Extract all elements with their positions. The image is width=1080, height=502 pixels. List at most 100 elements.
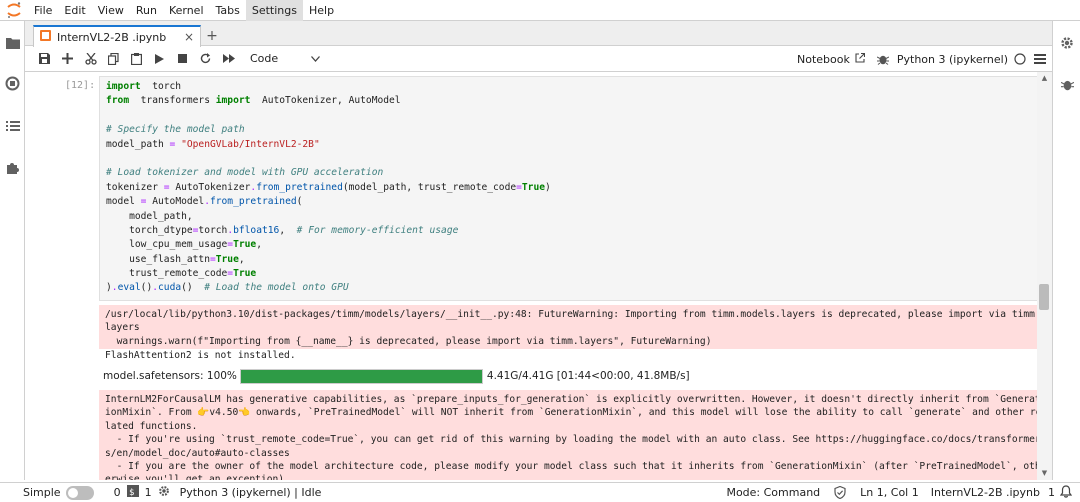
- menu-edit[interactable]: Edit: [58, 0, 91, 21]
- code-line: model_path = "OpenGVLab/InternVL2-2B": [106, 138, 1044, 152]
- table-of-contents-icon[interactable]: [4, 117, 21, 134]
- cell-prompt: [12]:: [65, 80, 96, 91]
- save-icon[interactable]: [33, 46, 56, 72]
- notification-count: 1: [1048, 486, 1055, 499]
- menu-help[interactable]: Help: [303, 0, 340, 21]
- code-token: # Specify the model path: [106, 124, 245, 136]
- code-token: from_pretrained: [256, 181, 343, 193]
- code-cell-editor[interactable]: import torch from transformers import Aut…: [99, 76, 1051, 301]
- kernels-count[interactable]: 1: [145, 485, 170, 500]
- notebook-tab[interactable]: InternVL2-2B .ipynb ×: [33, 25, 201, 47]
- property-inspector-gear-icon[interactable]: [1059, 35, 1075, 51]
- terminals-count[interactable]: 0 $: [114, 485, 139, 500]
- code-token: use_flash_attn: [106, 253, 210, 265]
- code-line: model = AutoModel.from_pretrained(: [106, 195, 1044, 209]
- stderr-output-warning: /usr/local/lib/python3.10/dist-packages/…: [99, 305, 1051, 349]
- restart-run-all-icon[interactable]: [217, 46, 240, 72]
- code-token: tokenizer: [106, 181, 164, 193]
- kernel-name-button[interactable]: Python 3 (ipykernel): [897, 53, 1008, 66]
- code-token: True: [521, 181, 546, 193]
- restart-kernel-icon[interactable]: [194, 46, 217, 72]
- code-token: transformers: [129, 95, 216, 107]
- notebook-scrollbar[interactable]: ▲ ▼: [1037, 72, 1052, 480]
- cursor-position[interactable]: Ln 1, Col 1: [860, 486, 919, 499]
- debugger-icon[interactable]: [876, 53, 889, 65]
- progress-bar-fill: [240, 369, 482, 383]
- code-token: ,: [238, 253, 245, 265]
- progress-label: model.safetensors: 100%: [103, 370, 237, 382]
- cell-type-select[interactable]: Code: [246, 49, 324, 69]
- new-tab-button[interactable]: +: [201, 25, 223, 47]
- external-link-icon: [855, 52, 865, 66]
- code-token: AutoTokenizer, AutoModel: [250, 95, 401, 107]
- code-token: low_cpu_mem_usage: [106, 239, 228, 251]
- menu-settings[interactable]: Settings: [245, 0, 303, 21]
- menu-tabs[interactable]: Tabs: [210, 0, 246, 21]
- cell-type-value: Code: [250, 52, 279, 65]
- right-sidebar: [1052, 21, 1080, 480]
- notebook-link-label: Notebook: [797, 52, 850, 66]
- running-kernels-icon[interactable]: [4, 75, 21, 92]
- code-line: low_cpu_mem_usage=True,: [106, 238, 1044, 252]
- code-line: # Load tokenizer and model with GPU acce…: [106, 166, 1044, 180]
- debugger-panel-icon[interactable]: [1059, 76, 1075, 92]
- code-token: (): [140, 282, 153, 294]
- left-sidebar: [0, 21, 25, 480]
- kernel-menu-icon[interactable]: [1034, 54, 1046, 64]
- kernels-count-value: 1: [144, 486, 152, 499]
- kernel-gear-icon: [158, 485, 170, 500]
- code-token: (): [181, 282, 205, 294]
- code-token: ,: [279, 224, 297, 236]
- simple-mode-toggle[interactable]: [65, 485, 94, 500]
- stderr-output-generation-warning: InternLM2ForCausalLM has generative capa…: [99, 390, 1051, 480]
- code-line: model_path,: [106, 210, 1044, 224]
- code-token: ,: [256, 239, 262, 251]
- code-token: True: [233, 268, 257, 280]
- copy-icon[interactable]: [102, 46, 125, 72]
- code-line: trust_remote_code=True: [106, 267, 1044, 281]
- bell-icon: [1059, 484, 1073, 501]
- code-token: bfloat16: [233, 224, 280, 236]
- code-line: # Specify the model path: [106, 123, 1044, 137]
- code-token: model_path,: [106, 210, 193, 222]
- extensions-puzzle-icon[interactable]: [4, 159, 21, 176]
- code-token: ): [545, 181, 551, 193]
- scroll-up-icon[interactable]: ▲: [1040, 74, 1049, 83]
- folder-icon[interactable]: [4, 34, 21, 51]
- status-bar: Simple 0 $ 1 Python 3 (ipykernel) | Idle…: [0, 482, 1080, 502]
- scroll-down-icon[interactable]: ▼: [1040, 469, 1049, 478]
- jupyter-logo-icon[interactable]: [0, 0, 28, 21]
- run-cell-icon[interactable]: [148, 46, 171, 72]
- code-token: torch: [140, 81, 182, 92]
- cut-icon[interactable]: [79, 46, 102, 72]
- code-token: AutoModel: [146, 196, 205, 208]
- notification-area[interactable]: 1: [1048, 484, 1073, 501]
- open-notebook-view-button[interactable]: Notebook: [797, 52, 865, 66]
- paste-icon[interactable]: [125, 46, 148, 72]
- scroll-thumb[interactable]: [1039, 284, 1049, 310]
- tab-close-icon[interactable]: ×: [184, 30, 194, 44]
- notebook-toolbar: Code Notebook Python 3 (ipykernel): [25, 46, 1052, 72]
- add-cell-icon[interactable]: [56, 46, 79, 72]
- code-line: tokenizer = AutoTokenizer.from_pretraine…: [106, 181, 1044, 195]
- code-token: (: [296, 196, 303, 208]
- toolbar-right: Notebook Python 3 (ipykernel): [789, 46, 1046, 72]
- code-line: from transformers import AutoTokenizer, …: [106, 94, 1044, 108]
- notebook-panel: [12]: import torch from transformers impo…: [25, 72, 1052, 480]
- code-token: True: [233, 239, 257, 251]
- code-token: True: [215, 253, 239, 265]
- menu-kernel[interactable]: Kernel: [163, 0, 210, 21]
- menu-file[interactable]: File: [28, 0, 58, 21]
- code-token: import: [106, 81, 141, 92]
- terminal-icon: $: [126, 485, 139, 500]
- kernel-status[interactable]: Python 3 (ipykernel) | Idle: [180, 486, 322, 499]
- tab-label: InternVL2-2B .ipynb: [57, 30, 167, 44]
- menu-view[interactable]: View: [92, 0, 130, 21]
- kernel-status-idle-icon: [1014, 53, 1026, 65]
- menu-run[interactable]: Run: [130, 0, 163, 21]
- code-token: # Load the model onto GPU: [204, 282, 349, 294]
- stdout-flash-attention: FlashAttention2 is not installed.: [105, 350, 296, 361]
- progress-stats: 4.41G/4.41G [01:44<00:00, 41.8MB/s]: [486, 370, 690, 382]
- code-token: trust_remote_code: [106, 268, 228, 280]
- interrupt-kernel-icon[interactable]: [171, 46, 194, 72]
